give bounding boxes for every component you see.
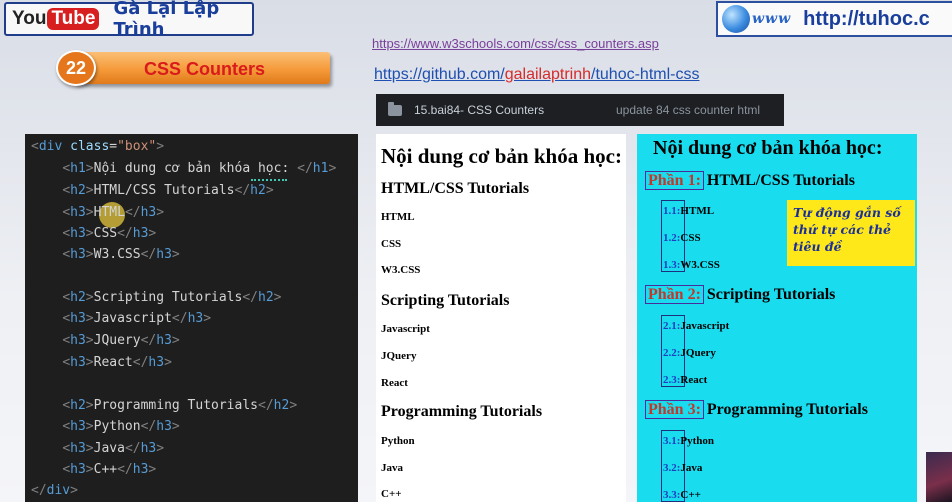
code-line: <h3>C++</h3>	[62, 462, 157, 477]
counter-item: 1.1:HTML	[663, 205, 715, 217]
lesson-title: CSS Counters	[144, 59, 266, 79]
github-link-suffix: /tuhoc-html-css	[591, 66, 700, 83]
counter-item: 1.2:CSS	[663, 232, 701, 244]
youtube-logo-tube: Tube	[47, 8, 100, 30]
code-line: <h3>W3.CSS</h3>	[62, 247, 180, 262]
counter-item: 3.1:Python	[663, 435, 715, 447]
globe-icon	[722, 5, 750, 33]
folder-icon	[388, 101, 402, 116]
note-line: thứ tự các thẻ	[793, 222, 892, 237]
preview-item: C++	[381, 488, 402, 500]
section-number: Phần 2:	[645, 285, 704, 304]
code-line: <h2>HTML/CSS Tutorials</h2>	[62, 183, 274, 198]
preview-item: W3.CSS	[381, 264, 421, 276]
preview-plain: Nội dung cơ bản khóa học: HTML/CSS Tutor…	[376, 134, 626, 502]
spellcheck-squiggle	[251, 178, 287, 181]
code-line: <div class="box">	[31, 139, 165, 154]
preview-item: React	[381, 377, 408, 389]
site-banner: www http://tuhoc.c	[716, 1, 952, 37]
preview-item: Javascript	[381, 323, 430, 335]
code-line: <h3>CSS</h3>	[62, 226, 157, 241]
preview-item: Python	[381, 435, 415, 447]
site-url: http://tuhoc.c	[803, 7, 930, 30]
preview-item: HTML	[381, 211, 415, 223]
youtube-channel-banner: You Tube Gà Lại Lập Trình	[4, 0, 254, 40]
counter-item: 2.2:JQuery	[663, 347, 716, 359]
preview-section-title: HTML/CSS Tutorials	[381, 180, 530, 197]
www-logo: www	[752, 11, 792, 27]
code-editor[interactable]: <div class="box"> <h1>Nội dung cơ bản kh…	[25, 134, 358, 502]
counter-section-title: Phần 1: HTML/CSS Tutorials	[645, 171, 855, 190]
code-line: <h3>HTML</h3>	[62, 205, 165, 220]
note-line: tiêu đề	[793, 239, 842, 254]
preview-section-title: Scripting Tutorials	[381, 292, 510, 309]
code-line: <h3>Java</h3>	[62, 441, 165, 456]
preview-item: JQuery	[381, 350, 417, 362]
code-line: <h3>Python</h3>	[62, 419, 180, 434]
annotation-note: Tự động gắn số thứ tự các thẻ tiêu đề	[787, 200, 915, 266]
preview-heading: Nội dung cơ bản khóa học:	[653, 137, 883, 159]
counter-section-title: Phần 3: Programming Tutorials	[645, 400, 868, 419]
code-line: <h3>React</h3>	[62, 355, 172, 370]
code-line: <h3>JQuery</h3>	[62, 333, 180, 348]
channel-name: Gà Lại Lập Trình	[113, 0, 220, 40]
presenter-avatar	[926, 452, 952, 502]
lesson-badge: CSS Counters 22	[52, 50, 332, 86]
github-link-user: galailaptrinh	[504, 66, 592, 83]
counter-item: 3.3:C++	[663, 489, 701, 501]
preview-counter: Nội dung cơ bản khóa học: Phần 1: HTML/CS…	[637, 134, 917, 502]
github-folder-name[interactable]: 15.bai84- CSS Counters	[414, 103, 614, 117]
code-line: <h1>Nội dung cơ bản khóa học: </h1>	[62, 161, 337, 176]
counter-item: 2.3:React	[663, 374, 708, 386]
code-line: <h2>Programming Tutorials</h2>	[62, 398, 298, 413]
section-number: Phần 3:	[645, 400, 704, 419]
note-line: Tự động gắn số	[793, 205, 901, 220]
section-number: Phần 1:	[645, 171, 704, 190]
w3schools-link[interactable]: https://www.w3schools.com/css/css_counte…	[372, 36, 659, 51]
code-line: <h2>Scripting Tutorials</h2>	[62, 290, 282, 305]
code-line: </div>	[31, 483, 78, 498]
preview-item: Java	[381, 462, 403, 474]
preview-heading: Nội dung cơ bản khóa học:	[381, 144, 622, 168]
preview-section-title: Programming Tutorials	[381, 403, 543, 420]
preview-item: CSS	[381, 238, 402, 250]
github-link-prefix: https://github.com/	[374, 66, 505, 83]
github-link[interactable]: https://github.com/galailaptrinh/tuhoc-h…	[374, 66, 699, 84]
github-file-row[interactable]: 15.bai84- CSS Counters update 84 css cou…	[376, 94, 784, 126]
lesson-number: 22	[56, 50, 96, 86]
counter-item: 3.2:Java	[663, 462, 703, 474]
youtube-logo-you: You	[12, 8, 47, 29]
counter-item: 2.1:Javascript	[663, 320, 730, 332]
code-line: <h3>Javascript</h3>	[62, 311, 212, 326]
counter-section-title: Phần 2: Scripting Tutorials	[645, 285, 835, 304]
github-commit-message[interactable]: update 84 css counter html	[616, 103, 760, 117]
counter-item: 1.3:W3.CSS	[663, 259, 720, 271]
